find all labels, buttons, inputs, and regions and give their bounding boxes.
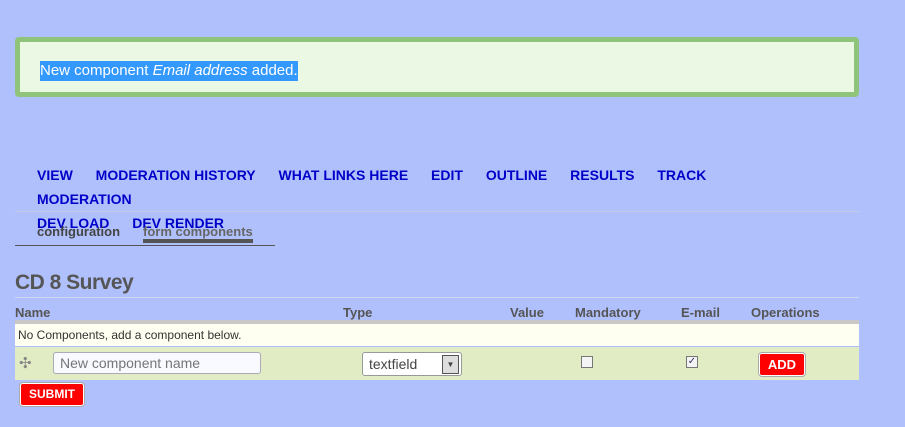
- mandatory-checkbox[interactable]: [581, 356, 593, 368]
- new-component-row: ✣ textfield ▼ ✓ ADD: [15, 347, 859, 380]
- header-value: Value: [510, 305, 544, 320]
- header-email: E-mail: [681, 305, 721, 320]
- divider: [15, 297, 859, 298]
- header-mandatory: Mandatory: [575, 305, 641, 320]
- email-checkbox[interactable]: ✓: [686, 356, 698, 368]
- message-prefix: New component: [40, 62, 153, 79]
- header-name: Name: [15, 305, 51, 320]
- tab-what-links-here[interactable]: WHAT LINKS HERE: [279, 167, 409, 183]
- tab-outline[interactable]: OUTLINE: [486, 167, 547, 183]
- submit-button[interactable]: SUBMIT: [20, 383, 84, 406]
- add-button[interactable]: ADD: [759, 353, 805, 376]
- status-message: New component Email address added.: [15, 37, 859, 97]
- tab-moderation-history[interactable]: MODERATION HISTORY: [96, 167, 256, 183]
- empty-row: No Components, add a component below.: [15, 324, 859, 346]
- new-component-name-input[interactable]: [53, 352, 261, 374]
- tab-view[interactable]: VIEW: [37, 167, 73, 183]
- type-value: textfield: [369, 356, 418, 372]
- page-title: CD 8 Survey: [15, 271, 134, 294]
- component-type-select[interactable]: textfield ▼: [362, 352, 462, 376]
- chevron-down-icon: ▼: [442, 355, 459, 374]
- header-type: Type: [343, 305, 373, 320]
- secondary-tabs: configuration form components: [15, 222, 275, 246]
- subtab-configuration[interactable]: configuration: [37, 224, 120, 239]
- tab-track[interactable]: TRACK: [657, 167, 706, 183]
- header-operations: Operations: [751, 305, 820, 320]
- drag-handle-icon[interactable]: ✣: [19, 354, 32, 372]
- message-suffix: added.: [247, 62, 298, 79]
- subtab-form-components[interactable]: form components: [143, 224, 253, 243]
- tab-results[interactable]: RESULTS: [570, 167, 634, 183]
- divider: [15, 211, 859, 212]
- tab-edit[interactable]: EDIT: [431, 167, 463, 183]
- message-component: Email address: [152, 62, 248, 79]
- tab-moderation[interactable]: MODERATION: [37, 191, 132, 207]
